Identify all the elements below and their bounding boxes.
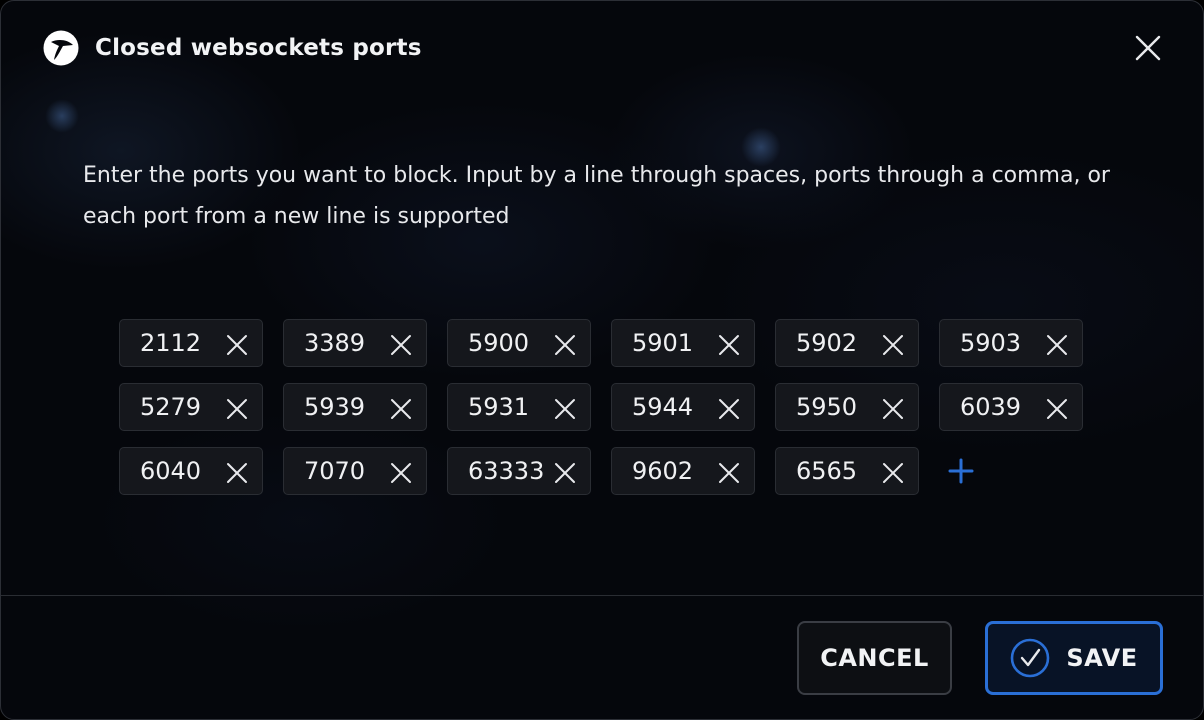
- port-value: 5903: [960, 329, 1022, 357]
- port-chip: 5900: [447, 319, 591, 367]
- remove-port-icon[interactable]: [388, 396, 414, 422]
- close-icon: [1135, 35, 1161, 61]
- port-value: 5931: [468, 393, 530, 421]
- port-value: 5944: [632, 393, 694, 421]
- port-value: 5939: [304, 393, 366, 421]
- port-row: 5279 5939 5931 5944 5950 6039: [119, 383, 1119, 431]
- port-chip: 3389: [283, 319, 427, 367]
- port-row: 6040 7070 63333 9602 6565: [119, 447, 1119, 495]
- port-value: 63333: [468, 457, 545, 485]
- check-circle-icon: [1011, 638, 1050, 678]
- remove-port-icon[interactable]: [552, 332, 578, 358]
- port-value: 5902: [796, 329, 858, 357]
- footer-divider: [1, 595, 1203, 596]
- port-chip: 5939: [283, 383, 427, 431]
- remove-port-icon[interactable]: [224, 396, 250, 422]
- port-list: 2112 3389 5900 5901 5902 5903 5279 5939 5931 5944…: [119, 319, 1119, 511]
- port-value: 2112: [140, 329, 202, 357]
- cancel-button[interactable]: CANCEL: [797, 621, 952, 695]
- port-chip: 5279: [119, 383, 263, 431]
- remove-port-icon[interactable]: [552, 396, 578, 422]
- port-chip: 5931: [447, 383, 591, 431]
- remove-port-icon[interactable]: [388, 332, 414, 358]
- port-value: 9602: [632, 457, 694, 485]
- app-logo-icon: [43, 30, 79, 66]
- dialog-description: Enter the ports you want to block. Input…: [83, 163, 1110, 229]
- port-chip: 6040: [119, 447, 263, 495]
- remove-port-icon[interactable]: [716, 460, 742, 486]
- port-value: 5279: [140, 393, 202, 421]
- port-value: 3389: [304, 329, 366, 357]
- port-value: 5901: [632, 329, 694, 357]
- port-chip: 5901: [611, 319, 755, 367]
- port-value: 6040: [140, 457, 202, 485]
- remove-port-icon[interactable]: [716, 332, 742, 358]
- port-value: 5900: [468, 329, 530, 357]
- port-chip: 6565: [775, 447, 919, 495]
- port-chip: 5950: [775, 383, 919, 431]
- remove-port-icon[interactable]: [880, 396, 906, 422]
- cancel-button-label: CANCEL: [820, 644, 929, 672]
- background-glow: [45, 99, 79, 133]
- port-chip: 5903: [939, 319, 1083, 367]
- save-button[interactable]: SAVE: [985, 621, 1163, 695]
- remove-port-icon[interactable]: [716, 396, 742, 422]
- remove-port-icon[interactable]: [880, 332, 906, 358]
- remove-port-icon[interactable]: [552, 460, 578, 486]
- remove-port-icon[interactable]: [1044, 332, 1070, 358]
- add-port-button[interactable]: [939, 447, 983, 495]
- remove-port-icon[interactable]: [224, 460, 250, 486]
- remove-port-icon[interactable]: [224, 332, 250, 358]
- remove-port-icon[interactable]: [1044, 396, 1070, 422]
- remove-port-icon[interactable]: [880, 460, 906, 486]
- port-chip: 63333: [447, 447, 591, 495]
- port-row: 2112 3389 5900 5901 5902 5903: [119, 319, 1119, 367]
- port-value: 6565: [796, 457, 858, 485]
- port-value: 7070: [304, 457, 366, 485]
- closed-ports-dialog: Closed websockets ports Enter the ports …: [0, 0, 1204, 720]
- save-button-label: SAVE: [1066, 644, 1138, 672]
- dialog-title: Closed websockets ports: [95, 35, 422, 61]
- port-chip: 5944: [611, 383, 755, 431]
- plus-icon: [948, 458, 974, 484]
- dialog-header: Closed websockets ports: [43, 29, 422, 67]
- close-button[interactable]: [1133, 33, 1163, 63]
- port-chip: 2112: [119, 319, 263, 367]
- port-chip: 5902: [775, 319, 919, 367]
- port-chip: 6039: [939, 383, 1083, 431]
- port-value: 5950: [796, 393, 858, 421]
- port-value: 6039: [960, 393, 1022, 421]
- port-chip: 9602: [611, 447, 755, 495]
- port-chip: 7070: [283, 447, 427, 495]
- remove-port-icon[interactable]: [388, 460, 414, 486]
